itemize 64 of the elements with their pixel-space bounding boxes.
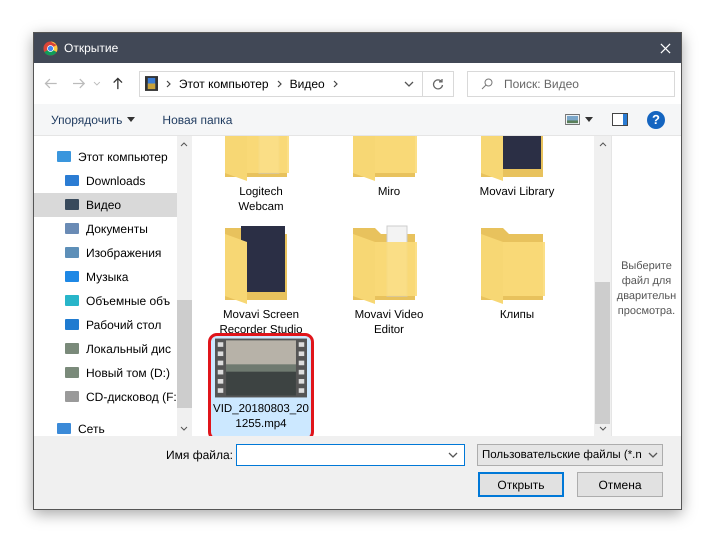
- file-item[interactable]: Movavi Video Editor: [335, 218, 443, 339]
- preview-pane-icon[interactable]: [612, 113, 628, 126]
- preview-hint: Выберите файл для дварительн просмотра.: [616, 258, 676, 318]
- chevron-right-icon[interactable]: [332, 80, 338, 88]
- sidebar-icon: [64, 365, 80, 381]
- refresh-icon: [432, 78, 444, 90]
- film-icon: [144, 76, 158, 91]
- file-item[interactable]: Клипы: [463, 218, 571, 339]
- sidebar-icon: [64, 389, 80, 405]
- sidebar-item[interactable]: Этот компьютер: [34, 145, 177, 169]
- sidebar-item[interactable]: Объемные объ: [34, 289, 177, 313]
- up-arrow-icon[interactable]: [111, 77, 125, 90]
- file-item[interactable]: VID_20180803_201255.mp4: [208, 333, 314, 436]
- sidebar-icon: [56, 421, 72, 437]
- sidebar-icon: [64, 269, 80, 285]
- sidebar-icon: [64, 293, 80, 309]
- sidebar-item[interactable]: Видео: [34, 193, 177, 217]
- filename-label: Имя файла:: [166, 448, 233, 462]
- scrollbar[interactable]: [594, 136, 611, 436]
- sidebar-item[interactable]: Документы: [34, 217, 177, 241]
- new-folder-button[interactable]: Новая папка: [162, 112, 232, 126]
- sidebar-item[interactable]: Музыка: [34, 265, 177, 289]
- filename-field[interactable]: [236, 444, 465, 466]
- sidebar-icon: [64, 221, 80, 237]
- search-icon: [480, 78, 493, 90]
- sidebar-item[interactable]: CD-дисковод (F:: [34, 385, 177, 409]
- sidebar-item[interactable]: Изображения: [34, 241, 177, 265]
- scroll-up-icon[interactable]: [180, 142, 188, 147]
- file-item[interactable]: Movavi Library: [463, 136, 571, 216]
- caret-icon[interactable]: [585, 117, 593, 122]
- breadcrumb[interactable]: Этот компьютер: [178, 76, 269, 90]
- sidebar-item[interactable]: Сеть: [34, 417, 177, 441]
- chevron-right-icon[interactable]: [166, 80, 171, 88]
- window-title: Открытие: [64, 41, 118, 55]
- file-item[interactable]: Miro: [335, 136, 443, 216]
- cancel-button[interactable]: Отмена: [577, 472, 663, 497]
- chevron-right-icon[interactable]: [276, 80, 282, 88]
- refresh-button[interactable]: [422, 70, 454, 96]
- close-icon[interactable]: [660, 42, 671, 54]
- view-options-icon[interactable]: [565, 114, 580, 125]
- sidebar-item[interactable]: Downloads: [34, 169, 177, 193]
- sidebar-item[interactable]: Локальный дис: [34, 337, 177, 361]
- sidebar-icon: [64, 317, 80, 333]
- scroll-down-icon[interactable]: [180, 426, 188, 431]
- sidebar-icon: [64, 341, 80, 357]
- address-bar[interactable]: Этот компьютер Видео: [138, 70, 423, 96]
- file-item[interactable]: Logitech Webcam: [207, 136, 315, 216]
- scroll-up-icon[interactable]: [598, 142, 606, 147]
- organize-menu[interactable]: Упорядочить: [51, 112, 122, 126]
- open-button[interactable]: Открыть: [478, 472, 564, 497]
- sidebar-item[interactable]: Новый том (D:): [34, 361, 177, 385]
- search-field[interactable]: Поиск: Видео: [466, 70, 675, 96]
- sidebar-icon: [64, 245, 80, 261]
- sidebar-icon: [56, 149, 72, 165]
- sidebar-icon: [64, 173, 80, 189]
- breadcrumb[interactable]: Видео: [290, 76, 325, 90]
- caret-icon[interactable]: [127, 117, 136, 122]
- scroll-down-icon[interactable]: [598, 426, 606, 431]
- file-type-dropdown[interactable]: Пользовательские файлы (*.n: [477, 444, 663, 466]
- browser-logo-icon: [43, 40, 58, 56]
- help-button[interactable]: ?: [647, 110, 665, 128]
- sidebar-icon: [64, 197, 80, 213]
- scrollbar[interactable]: [176, 136, 192, 436]
- sidebar-item[interactable]: Рабочий стол: [34, 313, 177, 337]
